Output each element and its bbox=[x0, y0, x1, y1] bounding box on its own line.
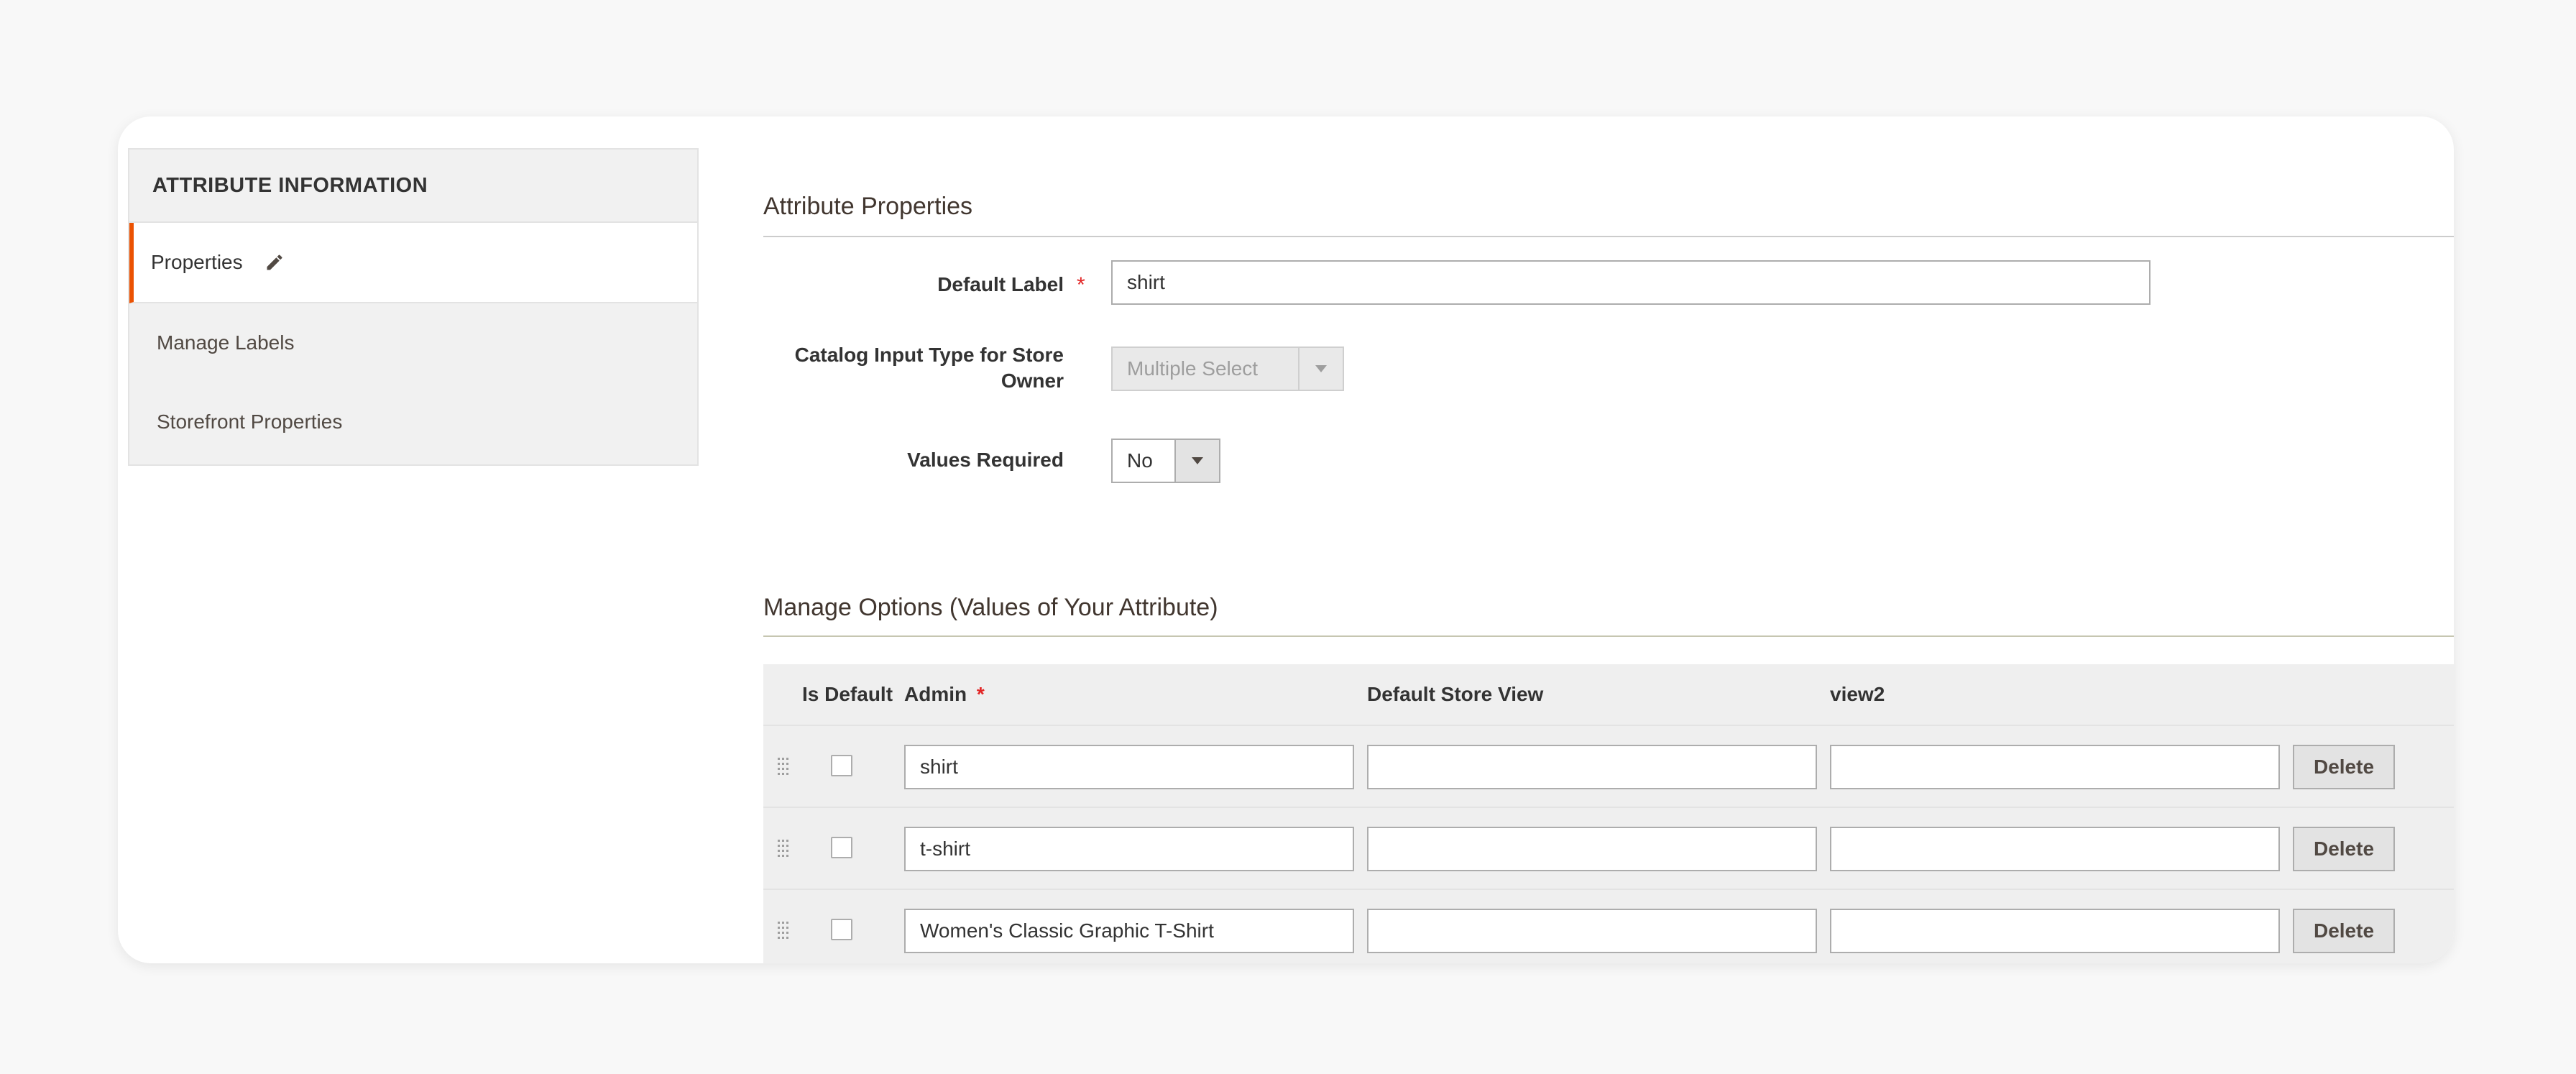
column-header-admin: Admin * bbox=[904, 683, 985, 705]
is-default-checkbox[interactable] bbox=[831, 755, 852, 776]
table-row: Women's Classic Graphic T-Shirt Delete bbox=[763, 890, 2454, 963]
sidebar: ATTRIBUTE INFORMATION Properties Manage … bbox=[128, 148, 699, 466]
default-store-view-input[interactable] bbox=[1367, 745, 1817, 789]
default-store-view-input[interactable] bbox=[1367, 909, 1817, 953]
catalog-input-type-value: Multiple Select bbox=[1127, 357, 1259, 380]
default-label-label: Default Label bbox=[937, 273, 1064, 295]
default-label-input[interactable]: shirt bbox=[1111, 260, 2150, 305]
catalog-input-type-select: Multiple Select bbox=[1111, 346, 1344, 391]
view2-input[interactable] bbox=[1830, 827, 2280, 871]
sidebar-item-properties[interactable]: Properties bbox=[129, 223, 697, 303]
attribute-edit-card: ATTRIBUTE INFORMATION Properties Manage … bbox=[118, 116, 2454, 963]
drag-handle-icon[interactable] bbox=[776, 920, 789, 940]
options-table: Is Default Admin * Default Store View vi… bbox=[763, 664, 2454, 963]
column-header-view2: view2 bbox=[1830, 683, 1885, 705]
delete-button[interactable]: Delete bbox=[2293, 827, 2395, 871]
options-table-header: Is Default Admin * Default Store View vi… bbox=[763, 664, 2454, 726]
admin-value-input[interactable]: shirt bbox=[904, 745, 1354, 789]
sidebar-item-label: Manage Labels bbox=[157, 331, 295, 354]
default-store-view-input[interactable] bbox=[1367, 827, 1817, 871]
drag-handle-icon[interactable] bbox=[776, 838, 789, 858]
delete-button[interactable]: Delete bbox=[2293, 909, 2395, 953]
sidebar-nav: Properties Manage Labels Storefront Prop… bbox=[128, 223, 699, 466]
values-required-label: Values Required bbox=[907, 449, 1064, 471]
sidebar-item-label: Storefront Properties bbox=[157, 410, 343, 433]
required-mark: * bbox=[976, 683, 985, 705]
table-row: t-shirt Delete bbox=[763, 808, 2454, 890]
sidebar-item-label: Properties bbox=[151, 251, 243, 273]
values-required-select[interactable]: No bbox=[1111, 439, 1220, 483]
admin-value-input[interactable]: Women's Classic Graphic T-Shirt bbox=[904, 909, 1354, 953]
main-content: Attribute Properties Default Label * shi… bbox=[763, 116, 2454, 963]
section-title-manage-options: Manage Options (Values of Your Attribute… bbox=[763, 594, 1218, 621]
section-title-attribute-properties: Attribute Properties bbox=[763, 193, 973, 220]
sidebar-title: ATTRIBUTE INFORMATION bbox=[128, 148, 699, 223]
section-divider bbox=[763, 236, 2454, 237]
column-header-default-store-view: Default Store View bbox=[1367, 683, 1544, 705]
chevron-down-icon bbox=[1174, 440, 1219, 482]
section-divider bbox=[763, 635, 2454, 637]
required-mark: * bbox=[1077, 273, 1085, 297]
drag-handle-icon[interactable] bbox=[776, 756, 789, 776]
sidebar-item-storefront-properties[interactable]: Storefront Properties bbox=[129, 382, 697, 462]
values-required-value: No bbox=[1127, 449, 1153, 472]
sidebar-item-manage-labels[interactable]: Manage Labels bbox=[129, 303, 697, 382]
table-row: shirt Delete bbox=[763, 726, 2454, 808]
view2-input[interactable] bbox=[1830, 909, 2280, 953]
view2-input[interactable] bbox=[1830, 745, 2280, 789]
catalog-input-type-label: Catalog Input Type for Store Owner bbox=[794, 344, 1064, 392]
admin-value-input[interactable]: t-shirt bbox=[904, 827, 1354, 871]
is-default-checkbox[interactable] bbox=[831, 919, 852, 940]
column-header-is-default: Is Default bbox=[802, 683, 893, 705]
pencil-icon bbox=[264, 252, 285, 272]
chevron-down-icon bbox=[1298, 348, 1343, 390]
is-default-checkbox[interactable] bbox=[831, 837, 852, 858]
delete-button[interactable]: Delete bbox=[2293, 745, 2395, 789]
